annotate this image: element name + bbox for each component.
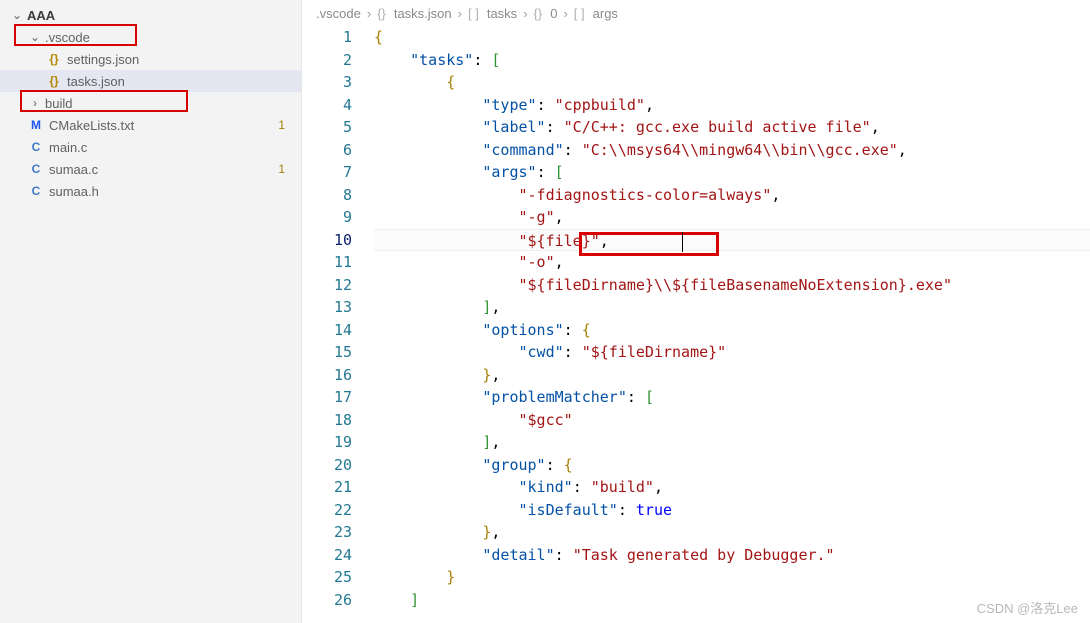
json-icon: {} xyxy=(377,6,386,21)
file-label: settings.json xyxy=(67,52,139,67)
editor-panel: .vscode › {} tasks.json › [ ] tasks › {}… xyxy=(302,0,1090,623)
c-icon: C xyxy=(28,184,44,198)
array-icon: [ ] xyxy=(574,6,585,21)
highlight-box xyxy=(14,24,137,46)
chevron-right-icon: › xyxy=(458,6,462,21)
chevron-right-icon: › xyxy=(523,6,527,21)
breadcrumb-item[interactable]: 0 xyxy=(550,6,557,21)
chevron-right-icon: › xyxy=(28,96,42,110)
file-label: sumaa.c xyxy=(49,162,98,177)
folder-build[interactable]: › build xyxy=(0,92,301,114)
file-sumaa-h[interactable]: C sumaa.h xyxy=(0,180,301,202)
chevron-right-icon: › xyxy=(367,6,371,21)
chevron-right-icon: › xyxy=(563,6,567,21)
root-label: AAA xyxy=(27,8,55,23)
file-sumaa-c[interactable]: C sumaa.c 1 xyxy=(0,158,301,180)
file-label: tasks.json xyxy=(67,74,125,89)
json-icon: {} xyxy=(46,52,62,66)
code-content[interactable]: { "tasks": [ { "type": "cppbuild", "labe… xyxy=(370,26,1090,623)
highlight-box xyxy=(579,232,719,256)
breadcrumb[interactable]: .vscode › {} tasks.json › [ ] tasks › {}… xyxy=(302,0,1090,26)
json-icon: {} xyxy=(46,74,62,88)
folder-label: build xyxy=(45,96,72,111)
code-editor[interactable]: 1234567891011121314151617181920212223242… xyxy=(302,26,1090,623)
chevron-down-icon: ⌄ xyxy=(10,8,24,22)
watermark: CSDN @洛克Lee xyxy=(977,598,1078,617)
file-main-c[interactable]: C main.c xyxy=(0,136,301,158)
text-cursor xyxy=(682,232,683,252)
object-icon: {} xyxy=(534,6,543,21)
breadcrumb-item[interactable]: args xyxy=(593,6,618,21)
c-icon: C xyxy=(28,140,44,154)
file-label: CMakeLists.txt xyxy=(49,118,134,133)
file-tasks-json[interactable]: {} tasks.json xyxy=(0,70,301,92)
tree-root[interactable]: ⌄ AAA xyxy=(0,4,301,26)
cmake-icon: M xyxy=(28,118,44,132)
array-icon: [ ] xyxy=(468,6,479,21)
file-settings-json[interactable]: {} settings.json xyxy=(0,48,301,70)
line-numbers: 1234567891011121314151617181920212223242… xyxy=(302,26,370,623)
file-label: sumaa.h xyxy=(49,184,99,199)
file-label: main.c xyxy=(49,140,87,155)
breadcrumb-item[interactable]: .vscode xyxy=(316,6,361,21)
file-explorer: ⌄ AAA ⌄ .vscode {} settings.json {} task… xyxy=(0,0,302,623)
problem-count: 1 xyxy=(278,162,285,176)
c-icon: C xyxy=(28,162,44,176)
breadcrumb-item[interactable]: tasks.json xyxy=(394,6,452,21)
file-cmakelists[interactable]: M CMakeLists.txt 1 xyxy=(0,114,301,136)
breadcrumb-item[interactable]: tasks xyxy=(487,6,517,21)
problem-count: 1 xyxy=(278,118,285,132)
